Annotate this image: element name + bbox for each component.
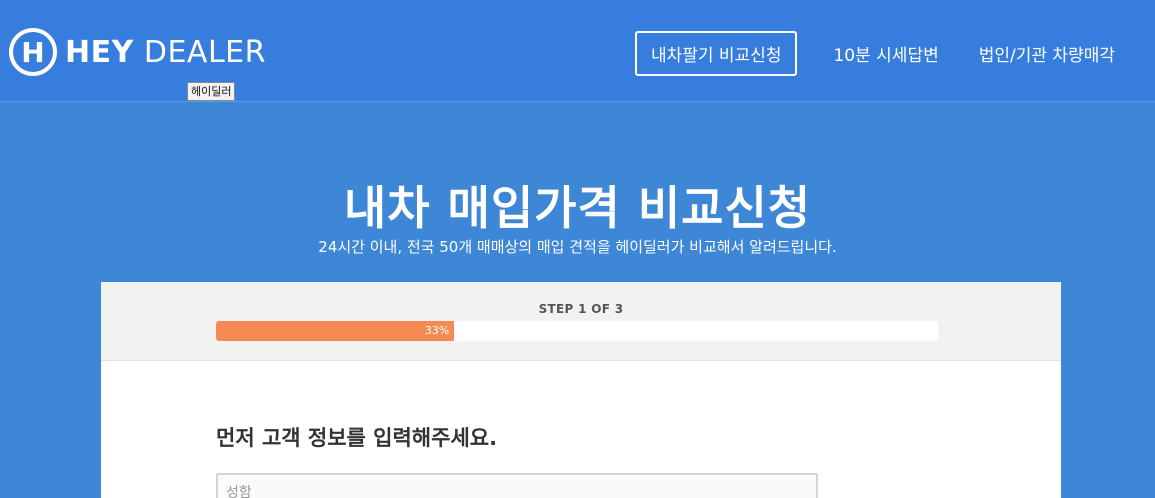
top-navigation-bar: H HEY DEALER 헤이딜러 내차팔기 비교신청 10분 시세답변 법인/… <box>0 0 1155 102</box>
logo-tooltip: 헤이딜러 <box>187 82 236 101</box>
nav-link-corporate-sale[interactable]: 법인/기관 차량매각 <box>979 41 1115 66</box>
logo-word-hey: HEY <box>65 34 134 70</box>
logo-h-icon: H <box>9 28 57 76</box>
heydealer-logo[interactable]: H HEY DEALER <box>9 28 266 76</box>
form-section-title: 먼저 고객 정보를 입력해주세요. <box>216 426 498 450</box>
progress-bar: 33% <box>216 321 938 341</box>
page-subtitle: 24시간 이내, 전국 50개 매매상의 매입 견적을 헤이딜러가 비교해서 알… <box>318 238 837 256</box>
page-title: 내차 매입가격 비교신청 <box>343 181 812 235</box>
application-card: STEP 1 OF 3 33% 먼저 고객 정보를 입력해주세요. <box>101 282 1061 498</box>
progress-bar-fill: 33% <box>216 321 455 341</box>
logo-word-dealer: DEALER <box>143 34 266 70</box>
main-nav: 내차팔기 비교신청 10분 시세답변 법인/기관 차량매각 <box>634 31 1155 76</box>
progress-header: STEP 1 OF 3 33% <box>101 282 1061 361</box>
sell-car-compare-button[interactable]: 내차팔기 비교신청 <box>634 31 798 76</box>
logo-wordmark: HEY DEALER <box>65 35 266 70</box>
customer-name-input[interactable] <box>216 473 818 498</box>
step-indicator: STEP 1 OF 3 <box>538 302 624 316</box>
nav-link-quick-quote[interactable]: 10분 시세답변 <box>833 41 938 66</box>
